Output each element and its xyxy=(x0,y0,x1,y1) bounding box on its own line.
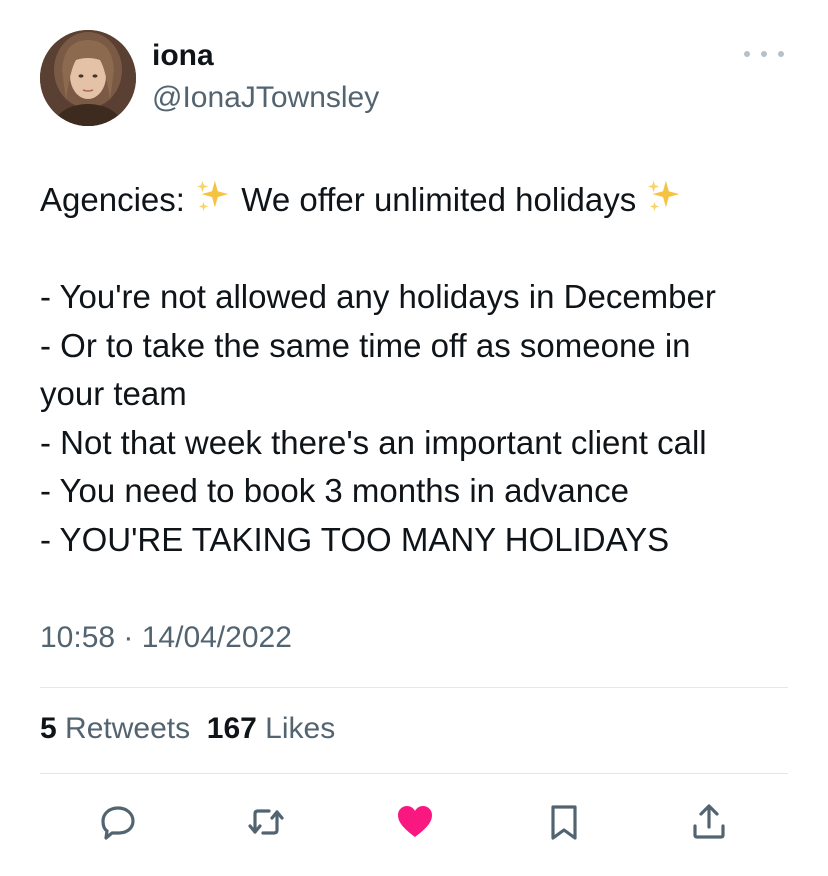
retweets-count: 5 xyxy=(40,712,57,745)
author-display-name[interactable]: iona xyxy=(152,38,214,74)
likes-count: 167 xyxy=(206,712,257,745)
heart-icon xyxy=(398,806,432,837)
tweet-line-2 xyxy=(40,225,800,274)
share-button[interactable] xyxy=(683,796,735,848)
tweet-timestamp[interactable]: 10:58 · 14/04/2022 xyxy=(40,620,292,656)
tweet-text: Agencies: We offer unlimited holidays - … xyxy=(40,176,800,564)
likes-label: Likes xyxy=(265,712,336,745)
tweet-line-4: - Or to take the same time off as someon… xyxy=(40,326,691,364)
avatar[interactable] xyxy=(40,30,136,126)
reply-icon xyxy=(101,806,135,840)
more-options-icon[interactable] xyxy=(744,44,784,64)
tweet-line-6: - Not that week there's an important cli… xyxy=(40,423,707,461)
sparkles-emoji-icon xyxy=(648,180,680,212)
tweet-line-8: - YOU'RE TAKING TOO MANY HOLIDAYS xyxy=(40,520,670,558)
reply-button[interactable] xyxy=(92,796,144,848)
tweet-stats: 5 Retweets 167 Likes xyxy=(40,711,335,747)
divider xyxy=(40,773,788,774)
avatar-photo xyxy=(40,30,136,126)
retweets-label: Retweets xyxy=(65,712,191,745)
like-button[interactable] xyxy=(389,796,441,848)
bookmark-button[interactable] xyxy=(538,796,590,848)
tweet-line-5: your team xyxy=(40,375,187,412)
tweet-line-7: - You need to book 3 months in advance xyxy=(40,472,629,509)
sparkles-emoji-icon xyxy=(196,180,229,212)
retweet-icon xyxy=(248,809,284,835)
likes-stat[interactable]: 167 Likes xyxy=(207,712,335,745)
retweet-button[interactable] xyxy=(240,796,292,848)
divider xyxy=(40,687,788,688)
author-handle[interactable]: @IonaJTownsley xyxy=(152,80,379,116)
tweet-line-1: Agencies: We offer unlimited holidays xyxy=(40,176,800,225)
retweets-stat[interactable]: 5 Retweets xyxy=(40,712,190,745)
bookmark-icon xyxy=(551,805,577,840)
tweet-line-3: - You're not allowed any holidays in Dec… xyxy=(40,278,716,315)
share-icon xyxy=(693,804,725,839)
tweet-action-bar xyxy=(0,796,828,848)
